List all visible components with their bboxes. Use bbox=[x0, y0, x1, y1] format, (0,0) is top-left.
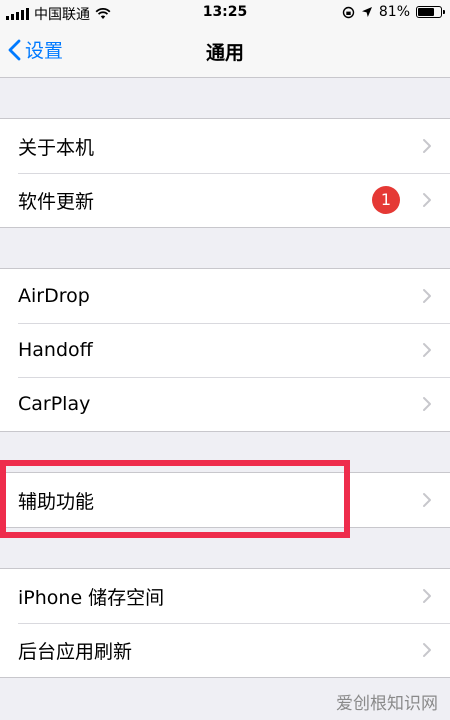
accessibility-row[interactable]: 辅助功能 bbox=[0, 473, 450, 527]
navigation-bar: 设置 通用 bbox=[0, 26, 450, 78]
row-label: AirDrop bbox=[18, 285, 90, 307]
row-label: iPhone 储存空间 bbox=[18, 586, 165, 609]
chevron-right-icon bbox=[423, 289, 431, 303]
battery-percent: 81% bbox=[378, 4, 410, 20]
software-update-row[interactable]: 软件更新 1 bbox=[0, 173, 450, 227]
iphone-storage-row[interactable]: iPhone 储存空间 bbox=[0, 569, 450, 623]
chevron-right-icon bbox=[423, 343, 431, 357]
row-label: 后台应用刷新 bbox=[18, 640, 133, 663]
settings-group-about: 关于本机 软件更新 1 bbox=[0, 118, 450, 228]
watermark: 爱创根知识网 bbox=[336, 694, 438, 714]
chevron-right-icon bbox=[423, 139, 431, 153]
chevron-right-icon bbox=[423, 643, 431, 657]
rotation-lock-icon bbox=[342, 6, 355, 18]
carplay-row[interactable]: CarPlay bbox=[0, 377, 450, 431]
notification-badge: 1 bbox=[372, 186, 400, 214]
row-label: 关于本机 bbox=[18, 136, 95, 159]
row-label: Handoff bbox=[18, 339, 93, 361]
row-label: CarPlay bbox=[18, 393, 91, 415]
chevron-right-icon bbox=[423, 493, 431, 507]
handoff-row[interactable]: Handoff bbox=[0, 323, 450, 377]
settings-group-storage: iPhone 储存空间 后台应用刷新 bbox=[0, 568, 450, 678]
settings-group-accessibility: 辅助功能 bbox=[0, 472, 450, 528]
chevron-right-icon bbox=[423, 397, 431, 411]
airdrop-row[interactable]: AirDrop bbox=[0, 269, 450, 323]
location-icon bbox=[361, 7, 372, 17]
status-bar: 中国联通 13:25 81% bbox=[0, 0, 450, 26]
chevron-right-icon bbox=[423, 193, 431, 207]
battery-icon bbox=[416, 6, 445, 18]
row-label: 辅助功能 bbox=[18, 490, 95, 513]
page-title: 通用 bbox=[205, 42, 244, 64]
background-refresh-row[interactable]: 后台应用刷新 bbox=[0, 623, 450, 677]
row-label: 软件更新 bbox=[18, 190, 95, 213]
chevron-right-icon bbox=[423, 589, 431, 603]
about-row[interactable]: 关于本机 bbox=[0, 119, 450, 173]
settings-group-connectivity: AirDrop Handoff CarPlay bbox=[0, 268, 450, 432]
